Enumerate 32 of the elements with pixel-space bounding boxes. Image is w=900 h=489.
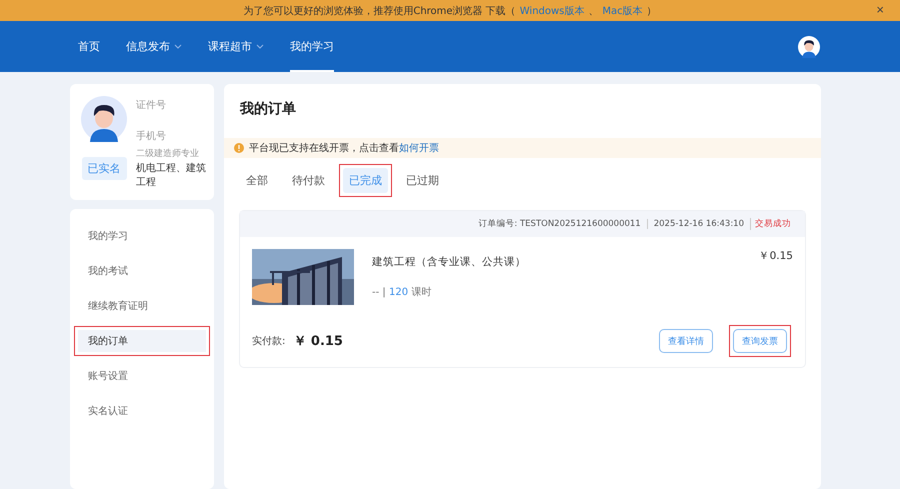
invoice-help-link[interactable]: 如何开票	[399, 143, 439, 154]
nav-item[interactable]: 课程超市	[208, 21, 264, 72]
verified-badge: 已实名	[82, 157, 126, 180]
chevron-down-icon	[256, 44, 264, 49]
course-meta: -- | 120 课时	[372, 286, 432, 299]
nav-item[interactable]: 首页	[78, 21, 100, 72]
course-name: 建筑工程（含专业课、公共课）	[372, 255, 527, 269]
order-status: 交易成功	[750, 218, 791, 230]
phone-label: 手机号	[136, 130, 166, 143]
page-title: 我的订单	[240, 100, 297, 118]
banner-text: 为了您可以更好的浏览体验，推荐使用Chrome浏览器 下载（	[243, 4, 516, 18]
chevron-down-icon	[174, 44, 182, 49]
warning-icon	[234, 143, 244, 153]
nav-item[interactable]: 信息发布	[126, 21, 182, 72]
paid-label: 实付款:	[252, 334, 286, 348]
notice-text: 平台现已支持在线开票，点击查看如何开票	[249, 142, 439, 155]
nav-item[interactable]: 我的学习	[290, 21, 334, 72]
id-number-label: 证件号	[136, 99, 166, 112]
order-tab[interactable]: 已完成	[339, 164, 392, 197]
major-label: 二级建造师专业	[136, 148, 199, 160]
major-value: 机电工程、建筑工程	[136, 162, 206, 190]
sidebar-item[interactable]: 我的订单	[74, 326, 210, 356]
banner-separator: 、	[588, 4, 598, 18]
order-action-button[interactable]: 查询发票	[729, 325, 791, 357]
close-button[interactable]: ×	[876, 3, 884, 17]
avatar-icon[interactable]	[798, 36, 820, 58]
order-number: 订单编号: TESTON2025121600000011	[478, 218, 641, 230]
paid-amount: ￥ 0.15	[293, 333, 344, 350]
banner-text: ）	[646, 4, 657, 18]
order-time: 2025-12-16 16:43:10	[646, 219, 744, 229]
course-price: ￥0.15	[758, 249, 793, 264]
avatar-icon	[81, 96, 127, 142]
